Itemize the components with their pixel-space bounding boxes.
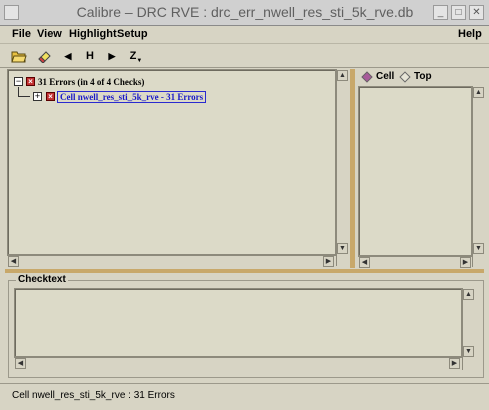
- checktext-vertical-scrollbar[interactable]: [462, 288, 474, 370]
- cell-list-horizontal-scrollbar[interactable]: [358, 256, 472, 268]
- tree-connector: [18, 87, 30, 97]
- error-x-icon: ×: [46, 92, 55, 101]
- scroll-down-icon[interactable]: ▼: [473, 243, 484, 254]
- window-title: Calibre – DRC RVE : drc_err_nwell_res_st…: [76, 4, 414, 20]
- zoom-menu-button[interactable]: Z ▼: [126, 47, 146, 65]
- menu-setup[interactable]: Setup: [117, 28, 148, 40]
- horizontal-splitter[interactable]: [5, 269, 484, 273]
- menu-highlight[interactable]: Highlight: [69, 28, 117, 40]
- status-text: Cell nwell_res_sti_5k_rve : 31 Errors: [12, 390, 175, 401]
- collapse-icon[interactable]: −: [14, 77, 23, 86]
- window-title-bar[interactable]: Calibre – DRC RVE : drc_err_nwell_res_st…: [0, 0, 489, 26]
- close-icon[interactable]: ✕: [469, 5, 484, 20]
- scroll-left-icon[interactable]: ◀: [15, 358, 26, 369]
- checktext-label: Checktext: [16, 274, 68, 285]
- window-menu-icon[interactable]: [4, 5, 19, 20]
- tree-root-label[interactable]: 31 Errors (in 4 of 4 Checks): [38, 77, 144, 87]
- cell-list-vertical-scrollbar[interactable]: [472, 86, 484, 267]
- cell-list-panel[interactable]: [358, 86, 472, 256]
- scroll-up-icon[interactable]: ▲: [337, 70, 348, 81]
- scroll-right-icon[interactable]: ▶: [449, 358, 460, 369]
- scroll-up-icon[interactable]: ▲: [473, 87, 484, 98]
- menu-file[interactable]: File: [12, 28, 31, 40]
- menu-help[interactable]: Help: [458, 28, 482, 40]
- zoom-label: Z: [129, 50, 137, 62]
- highlight-button[interactable]: H: [80, 47, 100, 65]
- scroll-left-icon[interactable]: ◀: [8, 256, 19, 267]
- minimize-icon[interactable]: _: [433, 5, 448, 20]
- scroll-down-icon[interactable]: ▼: [463, 346, 474, 357]
- top-radio-label[interactable]: Top: [414, 71, 432, 82]
- scroll-down-icon[interactable]: ▼: [337, 243, 348, 254]
- scroll-right-icon[interactable]: ▶: [323, 256, 334, 267]
- expand-icon[interactable]: +: [33, 92, 42, 101]
- open-folder-icon[interactable]: [9, 47, 29, 65]
- scroll-left-icon[interactable]: ◀: [359, 257, 370, 268]
- cell-radio-label[interactable]: Cell: [376, 71, 394, 82]
- scroll-up-icon[interactable]: ▲: [463, 289, 474, 300]
- previous-arrow-icon[interactable]: ◀: [58, 47, 78, 65]
- maximize-icon[interactable]: □: [451, 5, 466, 20]
- error-x-icon: ×: [26, 77, 35, 86]
- checktext-horizontal-scrollbar[interactable]: [14, 357, 462, 370]
- tree-cell-item[interactable]: Cell nwell_res_sti_5k_rve - 31 Errors: [57, 91, 207, 103]
- top-radio-icon[interactable]: [399, 71, 411, 83]
- vertical-splitter[interactable]: [350, 69, 355, 268]
- eraser-icon[interactable]: [34, 47, 54, 65]
- scroll-right-icon[interactable]: ▶: [460, 257, 471, 268]
- dropdown-arrow-icon: ▼: [136, 57, 143, 64]
- menu-view[interactable]: View: [37, 28, 62, 40]
- checktext-area[interactable]: [14, 288, 462, 357]
- tree-horizontal-scrollbar[interactable]: [7, 255, 336, 267]
- tree-vertical-scrollbar[interactable]: [336, 69, 348, 266]
- next-arrow-icon[interactable]: ▶: [102, 47, 122, 65]
- cell-radio-icon[interactable]: [361, 71, 373, 83]
